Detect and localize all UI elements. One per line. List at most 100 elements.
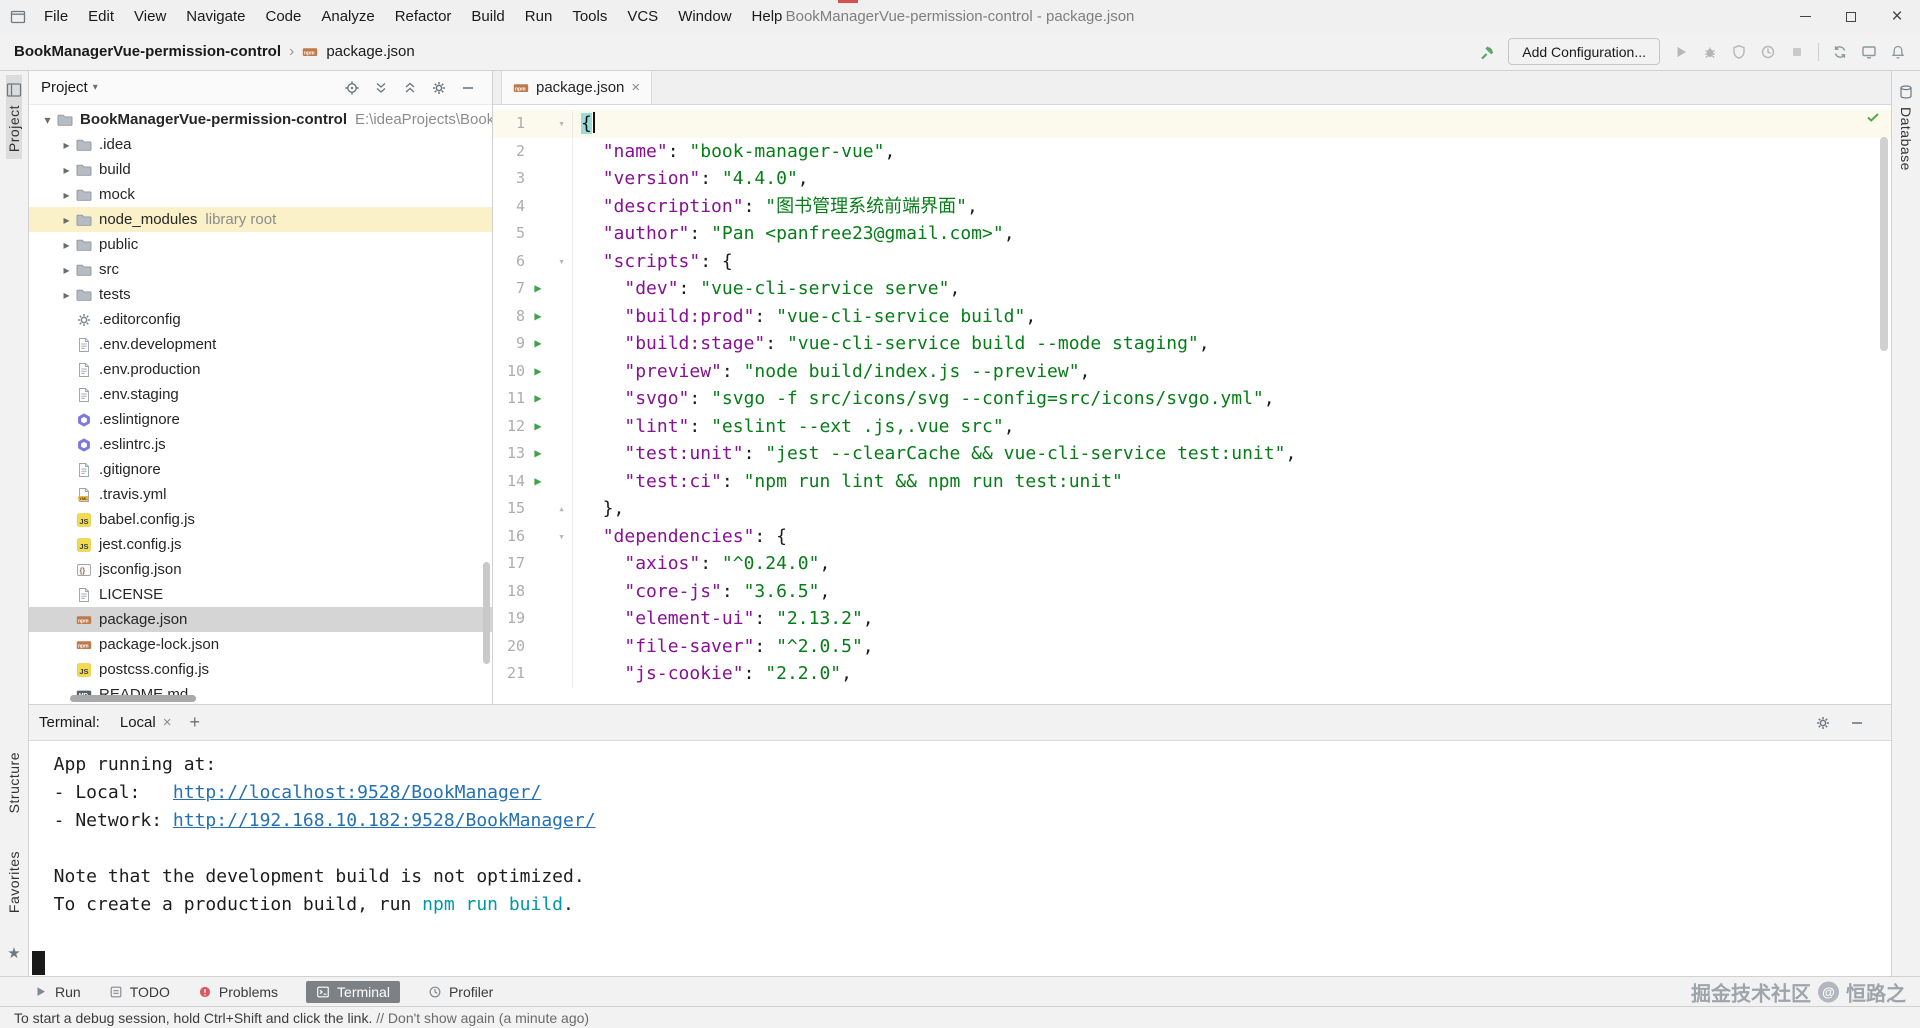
close-button[interactable]: × [1874, 0, 1920, 33]
tree-item-env-production[interactable]: .env.production [29, 357, 492, 382]
menu-edit[interactable]: Edit [78, 8, 124, 25]
run-script-icon[interactable]: ▶ [534, 385, 541, 413]
terminal-output[interactable]: App running at: - Local: http://localhos… [29, 741, 1891, 976]
run-script-icon[interactable]: ▶ [534, 413, 541, 441]
tree-item-editorconfig[interactable]: .editorconfig [29, 307, 492, 332]
tool-stripe-favorites[interactable]: Favorites [6, 844, 22, 920]
menu-code[interactable]: Code [255, 8, 311, 25]
terminal-link[interactable]: http://localhost:9528/BookManager/ [173, 782, 541, 803]
bottom-tab-terminal[interactable]: Terminal [306, 980, 400, 1003]
bottom-tab-todo[interactable]: TODO [109, 984, 170, 1000]
settings-gear-icon[interactable] [1815, 715, 1831, 731]
tree-item-eslintignore[interactable]: .eslintignore [29, 407, 492, 432]
tree-item-postcss-config-js[interactable]: JS postcss.config.js [29, 657, 492, 682]
close-tab-icon[interactable]: × [631, 80, 640, 95]
close-tab-icon[interactable]: × [163, 715, 172, 730]
menu-refactor[interactable]: Refactor [385, 8, 462, 25]
new-terminal-button[interactable]: + [189, 712, 200, 733]
breadcrumb-file[interactable]: package.json [326, 43, 414, 60]
run-script-icon[interactable]: ▶ [534, 330, 541, 358]
chevron-right-icon[interactable]: ▸ [58, 188, 75, 202]
tree-item-env-development[interactable]: .env.development [29, 332, 492, 357]
menu-vcs[interactable]: VCS [617, 8, 668, 25]
fold-marker[interactable]: ▴ [551, 495, 573, 523]
inspections-ok-icon[interactable] [1865, 109, 1881, 125]
fold-marker[interactable]: ▾ [551, 247, 573, 275]
menu-file[interactable]: File [34, 8, 78, 25]
tree-item-jsconfig-json[interactable]: {} jsconfig.json [29, 557, 492, 582]
tree-item-travis-yml[interactable]: YML .travis.yml [29, 482, 492, 507]
menu-navigate[interactable]: Navigate [176, 8, 255, 25]
chevron-right-icon[interactable]: ▸ [58, 213, 75, 227]
run-script-icon[interactable]: ▶ [534, 468, 541, 496]
coverage-icon[interactable] [1731, 44, 1747, 60]
sync-icon[interactable] [1832, 44, 1848, 60]
bottom-tab-problems[interactable]: Problems [198, 984, 278, 1000]
collapse-all-icon[interactable] [402, 80, 418, 96]
chevron-down-icon[interactable]: ▾ [39, 113, 56, 127]
tool-stripe-project[interactable]: Project [6, 75, 22, 160]
stop-icon[interactable] [1789, 44, 1805, 60]
editor-body[interactable]: 1 ▾{2 "name": "book-manager-vue", 3 "versi… [493, 105, 1891, 704]
notifications-icon[interactable] [1890, 44, 1906, 60]
menu-build[interactable]: Build [461, 8, 514, 25]
tree-item-gitignore[interactable]: .gitignore [29, 457, 492, 482]
tree-item-tests[interactable]: ▸ tests [29, 282, 492, 307]
menu-view[interactable]: View [124, 8, 176, 25]
dont-show-again-link[interactable]: Don't show again [388, 1010, 495, 1026]
run-script-icon[interactable]: ▶ [534, 303, 541, 331]
settings-gear-icon[interactable] [431, 80, 447, 96]
tool-stripe-structure[interactable]: Structure [6, 745, 22, 820]
run-script-icon[interactable]: ▶ [534, 358, 541, 386]
breadcrumb-project[interactable]: BookManagerVue-permission-control [14, 43, 281, 60]
tree-item-jest-config-js[interactable]: JS jest.config.js [29, 532, 492, 557]
add-configuration-button[interactable]: Add Configuration... [1508, 38, 1660, 65]
project-tree-horizontal-scrollbar[interactable] [70, 695, 196, 702]
tool-stripe-database[interactable]: Database [1892, 77, 1920, 178]
fold-marker[interactable]: ▾ [551, 110, 573, 138]
bottom-tab-run[interactable]: Run [34, 984, 81, 1000]
tree-item-package-json[interactable]: npm package.json [29, 607, 492, 632]
project-panel-title[interactable]: Project [41, 79, 88, 96]
chevron-down-icon[interactable]: ▾ [93, 82, 98, 93]
tree-item-idea[interactable]: ▸ .idea [29, 132, 492, 157]
monitor-icon[interactable] [1861, 44, 1877, 60]
editor-vertical-scrollbar[interactable] [1880, 137, 1888, 351]
chevron-right-icon[interactable]: ▸ [58, 163, 75, 177]
chevron-right-icon[interactable]: ▸ [58, 263, 75, 277]
minimize-button[interactable] [1782, 0, 1828, 33]
maximize-button[interactable] [1828, 0, 1874, 33]
profiler-icon[interactable] [1760, 44, 1776, 60]
tree-item-eslintrc-js[interactable]: .eslintrc.js [29, 432, 492, 457]
tree-item-babel-config-js[interactable]: JS babel.config.js [29, 507, 492, 532]
hide-icon[interactable] [460, 80, 476, 96]
locate-icon[interactable] [344, 80, 360, 96]
menu-run[interactable]: Run [515, 8, 563, 25]
expand-all-icon[interactable] [373, 80, 389, 96]
fold-marker[interactable]: ▾ [551, 522, 573, 550]
chevron-right-icon[interactable]: ▸ [58, 288, 75, 302]
tree-item-package-lock-json[interactable]: npm package-lock.json [29, 632, 492, 657]
tree-item-node-modules[interactable]: ▸ node_modules library root [29, 207, 492, 232]
menu-analyze[interactable]: Analyze [311, 8, 384, 25]
menu-tools[interactable]: Tools [562, 8, 617, 25]
debug-icon[interactable] [1702, 44, 1718, 60]
favorites-star-icon[interactable]: ★ [7, 944, 20, 962]
build-hammer-icon[interactable] [1479, 44, 1495, 60]
terminal-link[interactable]: http://192.168.10.182:9528/BookManager/ [173, 810, 596, 831]
chevron-right-icon[interactable]: ▸ [58, 138, 75, 152]
tree-item-license[interactable]: LICENSE [29, 582, 492, 607]
tree-item-build[interactable]: ▸ build [29, 157, 492, 182]
run-script-icon[interactable]: ▶ [534, 275, 541, 303]
terminal-tab-local[interactable]: Local × [116, 714, 176, 731]
tree-item-bookmanagervue-permission-control[interactable]: ▾ BookManagerVue-permission-control E:\ide… [29, 107, 492, 132]
menu-window[interactable]: Window [668, 8, 741, 25]
tab-package-json[interactable]: npm package.json × [501, 71, 653, 104]
run-icon[interactable] [1673, 44, 1689, 60]
bottom-tab-profiler[interactable]: Profiler [428, 984, 493, 1000]
tree-item-src[interactable]: ▸ src [29, 257, 492, 282]
run-script-icon[interactable]: ▶ [534, 440, 541, 468]
tree-item-mock[interactable]: ▸ mock [29, 182, 492, 207]
chevron-right-icon[interactable]: ▸ [58, 238, 75, 252]
hide-panel-icon[interactable] [1849, 715, 1865, 731]
